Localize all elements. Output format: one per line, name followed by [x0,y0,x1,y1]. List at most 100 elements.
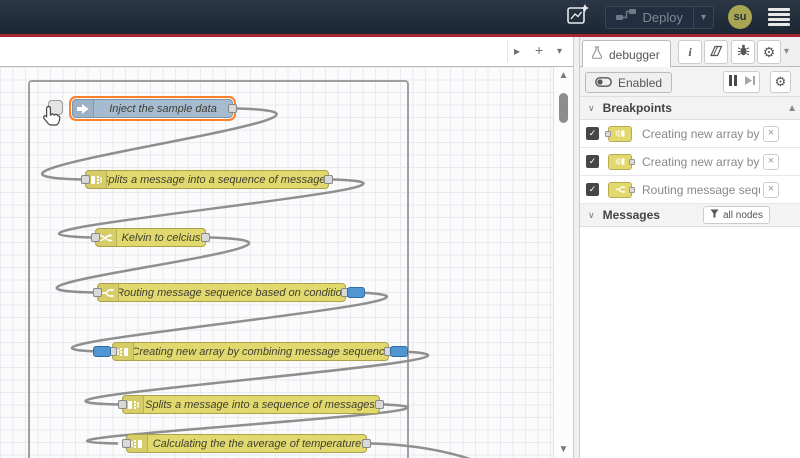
debugger-settings-button[interactable]: ⚙ [770,71,791,93]
breakpoint-marker[interactable] [93,346,111,357]
node-label: Kelvin to celcius [121,231,201,244]
messages-title: Messages [602,208,660,222]
flow-editor-canvas: ▸ + ▾ Inject the sample data Splits a me… [0,37,573,458]
chevron-down-icon: ∨ [588,209,595,220]
breakpoint-label: Creating new array by combining message … [642,126,760,141]
mouse-cursor-hand-icon [41,105,61,134]
node-label: Splits a message into a sequence of mess… [107,173,328,186]
toggle-icon [595,76,612,90]
breakpoint-checkbox[interactable]: ✓ [586,127,599,140]
breakpoint-row: ✓ Creating new array by combining messag… [580,148,800,176]
user-avatar[interactable]: su [728,5,752,29]
debug-button[interactable] [731,40,755,64]
main-menu-button[interactable] [766,4,792,30]
breakpoint-label: Creating new array by combining message … [642,154,760,169]
wire[interactable] [41,107,278,181]
breakpoint-marker[interactable] [347,287,365,298]
input-port[interactable] [81,175,90,184]
app-header: Deploy ▾ su [0,0,800,34]
scroll-down-button[interactable]: ▼ [554,444,573,455]
settings-button[interactable]: ⚙ [757,40,781,64]
breakpoint-row: ✓ Creating new array by combining messag… [580,120,800,148]
enabled-label: Enabled [618,75,663,90]
plus-icon: + [535,42,544,58]
sidebar-scroll-up-button[interactable]: ▲ [787,103,797,114]
info-button[interactable]: i [678,40,702,64]
sidebar-tab-strip: debugger i ⚙ ▾ [580,37,800,68]
chevron-down-icon: ▾ [784,46,790,57]
scroll-up-icon: ▲ [558,70,569,81]
ai-assistant-button[interactable] [565,3,591,29]
deploy-button-group: Deploy ▾ [604,5,714,29]
input-port[interactable] [93,288,102,297]
close-icon: × [767,127,775,139]
debugger-enabled-toggle[interactable]: Enabled [585,72,673,93]
sidebar-tab-menu-button[interactable]: ▾ [784,46,789,57]
breakpoint-row: ✓ Routing message sequence based on cond… [580,176,800,204]
step-button[interactable] [741,71,760,93]
node-join[interactable]: Calculating the the average of temperatu… [122,434,371,453]
help-button[interactable] [704,40,728,64]
scrollbar-thumb[interactable] [559,93,568,123]
remove-breakpoint-button[interactable]: × [763,154,779,170]
workspace-grid[interactable]: Inject the sample data Splits a message … [0,67,553,458]
deploy-options-button[interactable]: ▾ [694,12,713,23]
node-inject[interactable]: Inject the sample data [69,96,237,121]
scroll-up-button[interactable]: ▲ [554,70,573,81]
node-switch[interactable]: Routing message sequence based on condit… [93,283,365,302]
tabbar-divider [507,41,508,62]
sidebar-splitter[interactable] [573,37,580,458]
funnel-icon [710,209,719,221]
deploy-button[interactable]: Deploy [606,8,693,26]
message-filter-button[interactable]: all nodes [702,206,770,224]
tab-debugger[interactable]: debugger [582,40,671,68]
scroll-up-icon: ▲ [787,103,797,114]
node-split[interactable]: Splits a message into a sequence of mess… [81,170,333,189]
filter-label: all nodes [722,209,763,221]
remove-breakpoint-button[interactable]: × [763,182,779,198]
pause-button[interactable] [723,71,742,93]
chevron-down-icon: ∨ [588,102,595,113]
gear-icon: ⚙ [774,74,787,89]
add-flow-button[interactable]: + [535,42,543,58]
output-port[interactable] [228,104,237,113]
check-icon: ✓ [588,128,597,138]
deploy-nodes-icon [615,8,636,26]
breakpoint-checkbox[interactable]: ✓ [586,183,599,196]
canvas-scrollbar: ▲ ▼ [553,67,573,458]
gear-icon: ⚙ [762,43,776,60]
flow-list-button[interactable]: ▾ [557,46,562,57]
flow-tab-bar: ▸ + ▾ [0,37,573,67]
breakpoint-checkbox[interactable]: ✓ [586,155,599,168]
output-port [629,186,635,193]
check-icon: ✓ [588,184,597,194]
tab-scroll-right-button[interactable]: ▸ [514,44,520,58]
input-port[interactable] [91,233,100,242]
node-label: Creating new array by combining message … [134,345,388,358]
breakpoints-section-header[interactable]: ∨ Breakpoints [580,97,800,120]
breakpoint-label: Routing message sequence based on condit… [642,182,760,197]
node-label: Routing message sequence based on condit… [119,286,345,299]
node-split[interactable]: Splits a message into a sequence of mess… [118,395,384,414]
output-port[interactable] [324,175,333,184]
output-port[interactable] [362,439,371,448]
output-port[interactable] [201,233,210,242]
node-join[interactable]: Creating new array by combining message … [93,342,408,361]
node-label: Calculating the the average of temperatu… [152,437,362,450]
join-node-icon [605,125,632,142]
output-port[interactable] [375,400,384,409]
inject-arrow-icon [73,100,94,117]
debugger-toolbar: Enabled ⚙ [580,67,800,97]
messages-section-header[interactable]: ∨ Messages all nodes [580,204,800,227]
node-change[interactable]: Kelvin to celcius [91,228,210,247]
close-icon: × [767,155,775,167]
input-port[interactable] [122,439,131,448]
remove-breakpoint-button[interactable]: × [763,126,779,142]
wire[interactable] [368,442,525,458]
breakpoint-marker[interactable] [390,346,408,357]
input-port[interactable] [118,400,127,409]
bug-icon [737,44,750,60]
step-icon [744,73,756,91]
info-icon: i [688,44,692,59]
play-icon: ▸ [514,44,521,58]
